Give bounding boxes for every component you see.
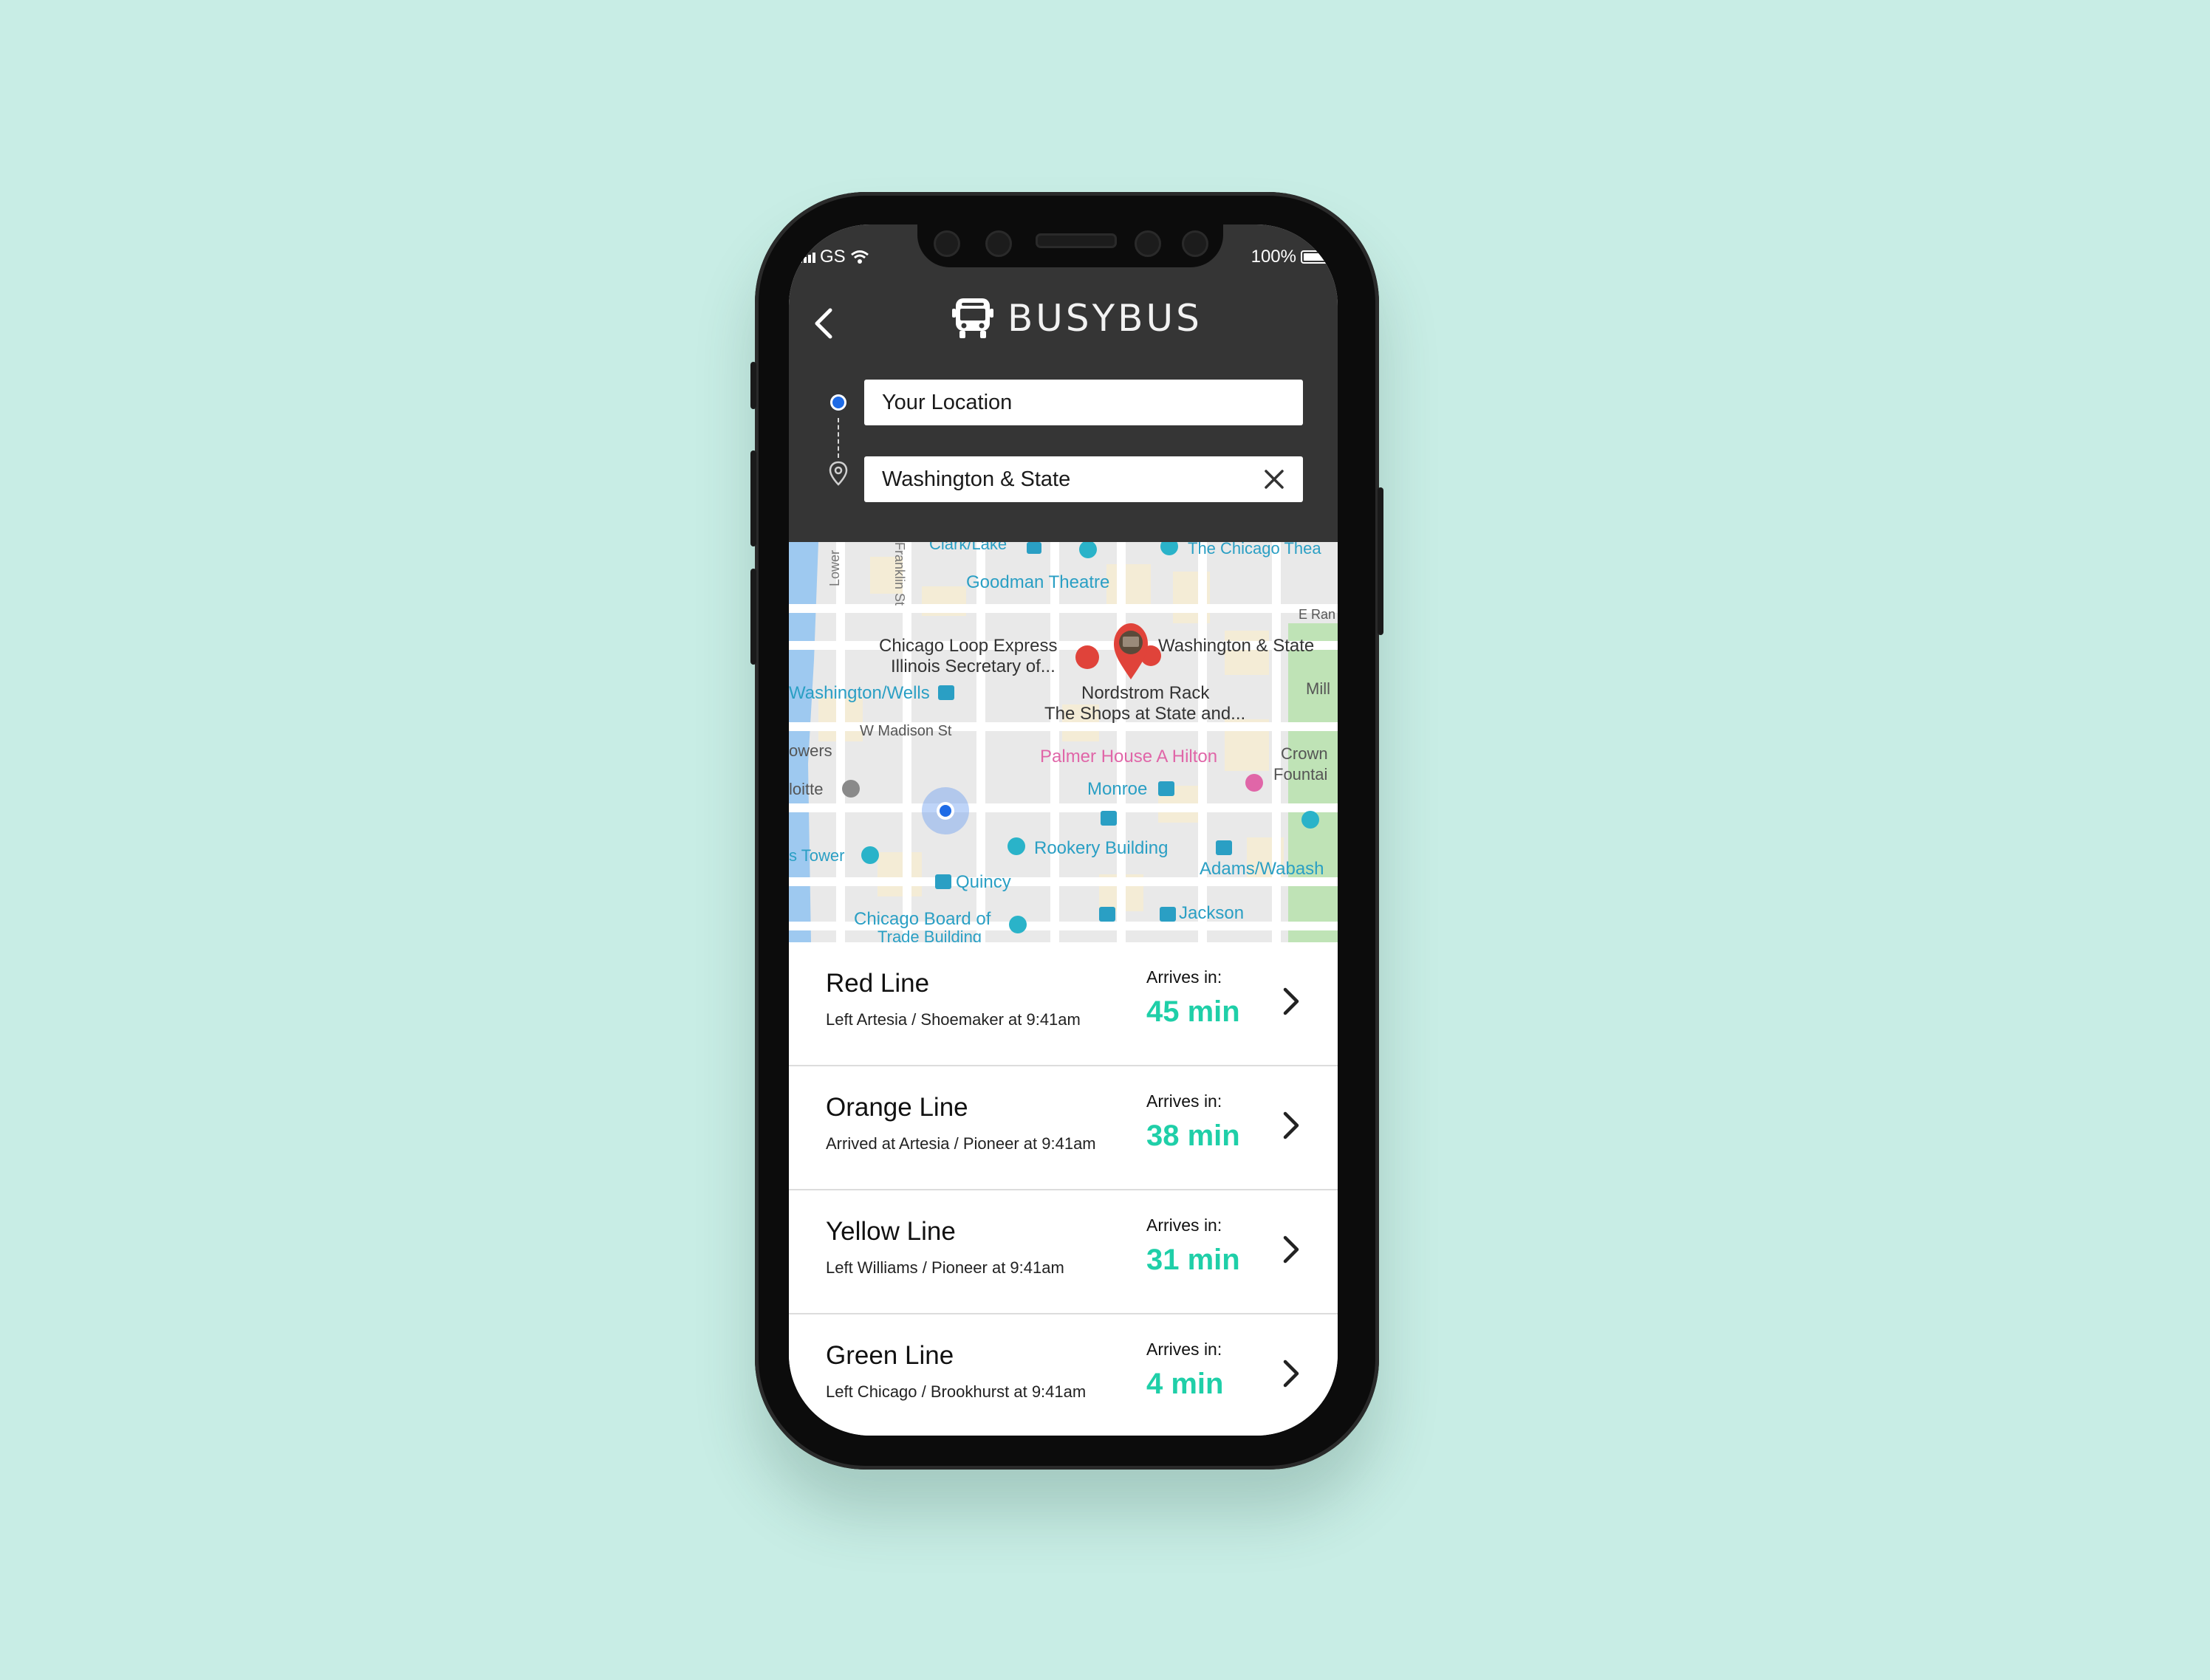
- carrier-label: GS: [820, 247, 846, 267]
- back-arrow-icon: [815, 308, 832, 339]
- map-label: Chicago Board of: [854, 909, 991, 929]
- destination-value: Washington & State: [882, 467, 1071, 491]
- map-label: Goodman Theatre: [966, 572, 1109, 592]
- front-camera: [985, 230, 1012, 257]
- power-button: [1378, 487, 1383, 635]
- phone-frame: GS 100% BUSYBUS Your Location Washington…: [750, 192, 1383, 1470]
- map-label: loitte: [789, 780, 823, 798]
- chevron-right-icon: [1283, 987, 1299, 1015]
- route-name: Green Line: [826, 1341, 954, 1370]
- map-label: s Tower: [789, 846, 844, 865]
- signal-icon: [799, 251, 815, 263]
- wifi-icon: [850, 250, 869, 264]
- map-label: Clark/Lake: [929, 542, 1007, 553]
- map-label: Jackson: [1179, 903, 1244, 923]
- route-row-orange[interactable]: Orange Line Arrived at Artesia / Pioneer…: [789, 1066, 1338, 1190]
- map-label: Rookery Building: [1034, 838, 1168, 858]
- route-name: Yellow Line: [826, 1217, 956, 1246]
- route-row-red[interactable]: Red Line Left Artesia / Shoemaker at 9:4…: [789, 942, 1338, 1066]
- battery-percent: 100%: [1251, 247, 1296, 267]
- map-label: Quincy: [956, 872, 1011, 892]
- route-status: Left Artesia / Shoemaker at 9:41am: [826, 1010, 1081, 1029]
- status-left: GS: [799, 247, 869, 267]
- map-label: Adams/Wabash: [1200, 859, 1324, 879]
- volume-down-button: [750, 569, 756, 665]
- map-label: Trade Building: [878, 928, 982, 942]
- arrives-label: Arrives in:: [1146, 967, 1222, 987]
- route-row-green[interactable]: Green Line Left Chicago / Brookhurst at …: [789, 1314, 1338, 1436]
- app-title: BUSYBUS: [1008, 297, 1202, 340]
- origin-input[interactable]: Your Location: [864, 380, 1303, 425]
- mute-switch: [750, 362, 756, 409]
- screen: GS 100% BUSYBUS Your Location Washington…: [789, 224, 1338, 1436]
- map-label: Monroe: [1087, 779, 1147, 799]
- route-status: Left Chicago / Brookhurst at 9:41am: [826, 1382, 1087, 1401]
- map-label: The Chicago Thea: [1188, 542, 1321, 558]
- arrives-value: 31 min: [1146, 1244, 1240, 1276]
- chevron-right-icon: [1283, 1235, 1299, 1264]
- route-status: Left Williams / Pioneer at 9:41am: [826, 1258, 1064, 1277]
- battery-icon: [1301, 250, 1333, 264]
- chevron-right-icon: [1283, 1360, 1299, 1388]
- route-list: Red Line Left Artesia / Shoemaker at 9:4…: [789, 942, 1338, 1436]
- route-connector: [838, 418, 839, 458]
- route-name: Red Line: [826, 969, 930, 998]
- map-label: Washington & State: [1158, 636, 1314, 656]
- sensor: [1182, 230, 1208, 257]
- app-header: GS 100% BUSYBUS Your Location Washington…: [789, 224, 1338, 542]
- arrives-value: 4 min: [1146, 1368, 1224, 1400]
- speaker: [1036, 233, 1117, 248]
- status-right: 100%: [1251, 247, 1333, 267]
- route-status: Arrived at Artesia / Pioneer at 9:41am: [826, 1134, 1096, 1153]
- arrives-label: Arrives in:: [1146, 1216, 1222, 1235]
- map-label: Illinois Secretary of...: [891, 656, 1056, 676]
- back-button[interactable]: [807, 301, 844, 346]
- origin-value: Your Location: [882, 390, 1013, 414]
- map-label: Mill: [1306, 679, 1330, 698]
- volume-up-button: [750, 450, 756, 546]
- chevron-right-icon: [1283, 1111, 1299, 1139]
- app-logo: BUSYBUS: [951, 295, 1202, 341]
- bus-icon: [952, 298, 993, 338]
- map-view[interactable]: Clark/Lake The Chicago Thea Lower Frankl…: [789, 542, 1338, 942]
- map-label: Nordstrom Rack: [1081, 683, 1210, 703]
- notch: [917, 224, 1223, 267]
- arrives-label: Arrives in:: [1146, 1340, 1222, 1359]
- map-label: Washington/Wells: [789, 683, 930, 703]
- map-label: E Ran: [1299, 607, 1335, 622]
- map-label: The Shops at State and...: [1044, 704, 1245, 724]
- route-row-yellow[interactable]: Yellow Line Left Williams / Pioneer at 9…: [789, 1190, 1338, 1314]
- map-label: Chicago Loop Express: [879, 636, 1057, 656]
- arrives-value: 38 min: [1146, 1120, 1240, 1152]
- map-label: Palmer House A Hilton: [1040, 747, 1217, 767]
- current-location-icon: [922, 787, 969, 834]
- map-label: Franklin St: [892, 542, 907, 606]
- map-label: owers: [789, 741, 832, 760]
- destination-pin-icon: [829, 461, 848, 486]
- clear-icon[interactable]: [1262, 467, 1287, 492]
- sensor: [1135, 230, 1161, 257]
- destination-input[interactable]: Washington & State: [864, 456, 1303, 502]
- map-label: Fountai: [1273, 765, 1327, 784]
- route-name: Orange Line: [826, 1093, 968, 1122]
- arrives-label: Arrives in:: [1146, 1091, 1222, 1111]
- sensor: [934, 230, 960, 257]
- map-label: Crown: [1281, 744, 1328, 763]
- origin-dot-icon: [830, 394, 846, 411]
- map-label: W Madison St: [860, 723, 952, 739]
- arrives-value: 45 min: [1146, 995, 1240, 1028]
- map-canvas: Clark/Lake The Chicago Thea Lower Frankl…: [789, 542, 1338, 942]
- map-label: Lower: [827, 550, 842, 586]
